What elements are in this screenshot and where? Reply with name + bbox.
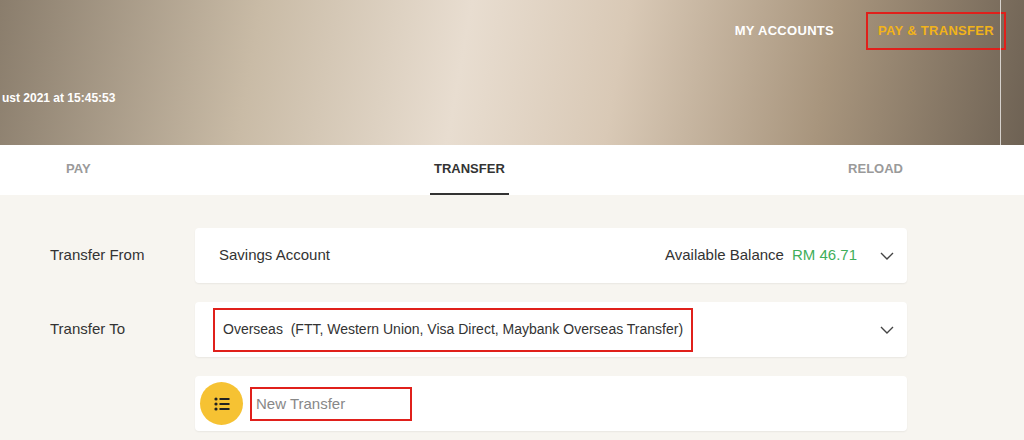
account-name[interactable]: Savings Account bbox=[219, 244, 330, 267]
tab[interactable]: PAY bbox=[62, 145, 95, 195]
destination-value-box[interactable]: Overseas (FTT, Western Union, Visa Direc… bbox=[213, 308, 693, 352]
tab-label[interactable]: PAY bbox=[66, 159, 91, 179]
chevron-down-icon[interactable] bbox=[879, 248, 895, 264]
balance-amount: RM 46.71 bbox=[792, 244, 857, 267]
form-row bbox=[50, 376, 1024, 431]
account-select[interactable]: Savings Account Available Balance RM 46.71 bbox=[195, 228, 907, 283]
favourites-button[interactable] bbox=[200, 382, 243, 425]
divider-line bbox=[1000, 0, 1001, 145]
tab-bar: PAY TRANSFER RELOAD bbox=[0, 145, 1024, 195]
recipient-field bbox=[195, 376, 907, 431]
nav-label[interactable]: MY ACCOUNTS bbox=[735, 21, 834, 41]
recipient-input-box[interactable] bbox=[250, 387, 412, 421]
tab-label[interactable]: RELOAD bbox=[848, 159, 903, 179]
nav-item[interactable]: MY ACCOUNTS bbox=[723, 12, 846, 50]
field-label: Transfer To bbox=[50, 318, 195, 341]
tab[interactable]: TRANSFER bbox=[430, 145, 509, 195]
balance-label: Available Balance bbox=[665, 244, 784, 267]
tab-label[interactable]: TRANSFER bbox=[434, 159, 505, 179]
list-icon[interactable] bbox=[214, 397, 230, 411]
chevron-down-icon[interactable] bbox=[879, 322, 895, 338]
nav-label[interactable]: PAY & TRANSFER bbox=[878, 21, 994, 41]
last-login-time: ust 2021 at 15:45:53 bbox=[2, 89, 115, 107]
form-row: Transfer To Overseas (FTT, Western Union,… bbox=[50, 302, 1024, 357]
banner-left: ust 2021 at 15:45:53 bbox=[0, 0, 115, 145]
transfer-form: Transfer From Savings Account Available Ba… bbox=[0, 195, 1024, 431]
field-label: Transfer From bbox=[50, 244, 195, 267]
destination-select[interactable]: Overseas (FTT, Western Union, Visa Direc… bbox=[195, 302, 907, 357]
banner: ust 2021 at 15:45:53 MY ACCOUNTS PAY & TRA… bbox=[0, 0, 1024, 145]
nav-item[interactable]: PAY & TRANSFER bbox=[866, 12, 1006, 50]
tab-slot: RELOAD bbox=[509, 145, 1024, 195]
form-row: Transfer From Savings Account Available Ba… bbox=[50, 228, 1024, 283]
destination-value[interactable]: Overseas (FTT, Western Union, Visa Direc… bbox=[223, 319, 683, 340]
top-nav: MY ACCOUNTS PAY & TRANSFER bbox=[723, 0, 1024, 145]
recipient-input[interactable] bbox=[252, 389, 410, 419]
tab-slot: TRANSFER bbox=[430, 145, 509, 195]
tab-slot: PAY bbox=[0, 145, 430, 195]
tab[interactable]: RELOAD bbox=[844, 145, 907, 195]
